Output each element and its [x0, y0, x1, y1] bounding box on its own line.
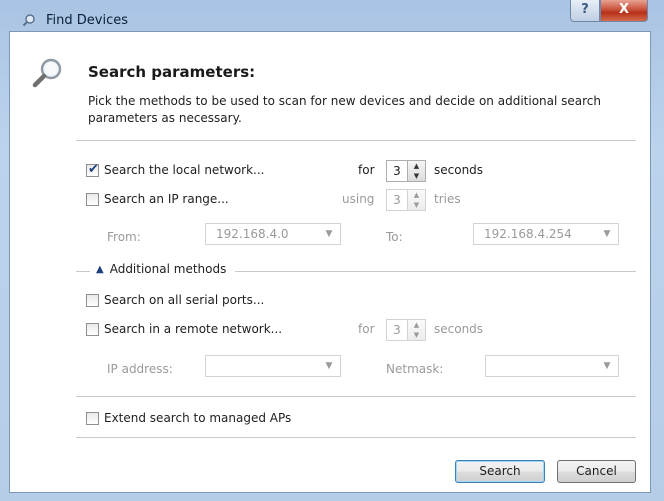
window-title: Find Devices [46, 13, 128, 28]
ip-address-value [206, 356, 318, 376]
checkbox-box[interactable] [86, 322, 99, 336]
local-seconds-label: seconds [434, 163, 484, 177]
local-seconds-value[interactable]: 3 [387, 161, 407, 181]
divider [76, 437, 636, 438]
search-local-network-label: Search the local network... [104, 163, 265, 177]
page-title: Search parameters: [88, 63, 256, 81]
to-ip-value: 192.168.4.254 [484, 227, 572, 241]
remote-seconds-label: seconds [434, 322, 484, 336]
netmask-label: Netmask: [386, 362, 444, 376]
remote-for-label: for [358, 322, 375, 336]
search-ip-range-label: Search an IP range... [104, 192, 229, 206]
search-local-network-checkbox[interactable]: ✔ Search the local network... [86, 161, 265, 177]
stepper-arrows[interactable]: ▲ ▼ [407, 190, 425, 210]
ip-address-label: IP address: [107, 362, 173, 376]
tries-label: tries [434, 192, 461, 206]
check-icon: ✔ [88, 161, 99, 177]
to-ip-combo[interactable]: 192.168.4.254 ▼ [473, 223, 619, 245]
netmask-value [486, 356, 596, 376]
close-button[interactable]: X [600, 0, 648, 22]
stepper-arrows[interactable]: ▲ ▼ [407, 320, 425, 340]
search-ip-range-checkbox[interactable]: Search an IP range... [86, 192, 229, 206]
netmask-combo[interactable]: ▼ [485, 355, 619, 377]
magnifier-icon [22, 14, 35, 27]
additional-methods-toggle[interactable]: ▲ Additional methods [96, 262, 226, 276]
group-line-right [235, 271, 636, 272]
chevron-down-icon[interactable]: ▼ [596, 356, 618, 376]
description-text: Pick the methods to be used to scan for … [88, 94, 601, 125]
ip-range-tries-stepper[interactable]: 3 ▲ ▼ [386, 189, 426, 211]
search-remote-network-checkbox[interactable]: Search in a remote network... [86, 322, 282, 336]
from-label: From: [107, 230, 141, 244]
local-for-label: for [358, 163, 375, 177]
find-devices-window: Find Devices ? X Search parameters: Pick… [0, 0, 664, 501]
chevron-down-icon[interactable]: ▼ [318, 356, 340, 376]
local-seconds-stepper[interactable]: 3 ▲ ▼ [386, 160, 426, 182]
remote-seconds-value[interactable]: 3 [387, 320, 407, 340]
search-remote-network-label: Search in a remote network... [104, 322, 283, 336]
search-serial-ports-checkbox[interactable]: Search on all serial ports... [86, 293, 264, 307]
cancel-button[interactable]: Cancel [557, 460, 636, 483]
chevron-down-icon[interactable]: ▼ [596, 224, 618, 244]
dialog-content: Search parameters: Pick the methods to b… [9, 31, 651, 493]
remote-seconds-stepper[interactable]: 3 ▲ ▼ [386, 319, 426, 341]
search-serial-ports-label: Search on all serial ports... [104, 293, 265, 307]
to-label: To: [386, 230, 403, 244]
ip-address-combo[interactable]: ▼ [205, 355, 341, 377]
down-arrow-icon[interactable]: ▼ [408, 171, 425, 181]
up-arrow-icon[interactable]: ▲ [408, 320, 425, 330]
checkbox-box[interactable] [86, 192, 99, 206]
up-arrow-icon[interactable]: ▲ [408, 190, 425, 200]
down-arrow-icon[interactable]: ▼ [408, 330, 425, 340]
from-ip-combo[interactable]: 192.168.4.0 ▼ [205, 223, 341, 245]
group-line-left [76, 271, 90, 272]
additional-methods-label: Additional methods [109, 262, 227, 276]
checkbox-box[interactable]: ✔ [86, 161, 99, 177]
stepper-arrows[interactable]: ▲ ▼ [407, 161, 425, 181]
up-arrow-icon[interactable]: ▲ [408, 161, 425, 171]
search-button[interactable]: Search [455, 460, 545, 483]
from-ip-value: 192.168.4.0 [216, 227, 289, 241]
checkbox-box[interactable] [86, 411, 99, 425]
chevron-down-icon[interactable]: ▼ [318, 224, 340, 244]
ip-range-using-label: using [342, 192, 375, 206]
chevron-up-icon: ▲ [96, 263, 104, 275]
divider [76, 396, 636, 397]
down-arrow-icon[interactable]: ▼ [408, 200, 425, 210]
tries-value[interactable]: 3 [387, 190, 407, 210]
extend-managed-aps-checkbox[interactable]: Extend search to managed APs [86, 411, 291, 425]
extend-managed-aps-label: Extend search to managed APs [104, 411, 292, 425]
checkbox-box[interactable] [86, 293, 99, 307]
divider [76, 140, 636, 141]
search-magnifier-icon [32, 58, 62, 88]
help-button[interactable]: ? [570, 0, 600, 22]
